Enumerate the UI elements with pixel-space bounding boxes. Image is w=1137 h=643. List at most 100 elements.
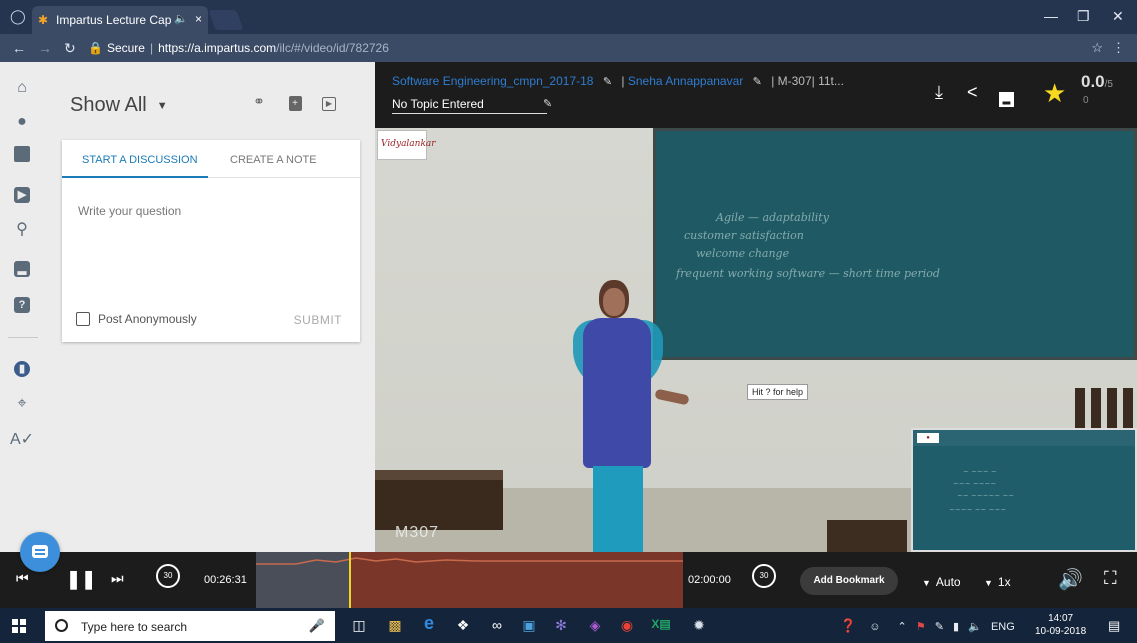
notifications-icon[interactable]: ▤ [1108,618,1120,634]
filter-dropdown[interactable]: Show All ▼ [70,94,168,117]
dropbox-icon[interactable]: ❖ [452,617,474,634]
user-icon[interactable]: ● [10,110,34,134]
excel-icon[interactable]: X▤ [650,617,672,631]
microphone-icon[interactable]: 🎤 [309,618,325,634]
people-icon[interactable]: ☺ [869,621,880,633]
picture-in-picture[interactable]: ● ~ ~~~ ~ ~~~ ~~~~ ~~ ~~~~~ ~~ ~~~~ ~~ ~… [911,428,1137,552]
notes-icon[interactable]: ▮ [10,356,34,380]
help-tooltip: Hit ? for help [747,384,809,400]
pen-icon[interactable]: ✎ [935,621,944,633]
forward-30-icon[interactable]: 30 [752,564,776,588]
filter-label: Show All [70,94,147,116]
browser-menu-icon[interactable]: ⋮ [1112,40,1125,56]
incognito-icon: ◯ [10,8,26,24]
secure-label: Secure [106,41,145,55]
rating-star-icon[interactable]: ★ [1043,78,1066,109]
tab-close-button[interactable]: × [195,12,202,26]
app-icon[interactable]: ✹ [688,617,710,634]
caret-down-icon: ▼ [984,578,993,588]
speed-select[interactable]: ▼ 1x [984,575,1011,589]
rail-divider [8,337,38,338]
stats-icon[interactable]: ▂ [999,86,1014,107]
edit-pencil-icon[interactable]: ✎ [603,76,612,88]
forward-arrow-icon[interactable]: → [38,40,52,56]
link-icon[interactable]: ⚭ [248,90,270,112]
chrome-icon[interactable]: ◉ [616,617,638,634]
rewind-30-icon[interactable]: 30 [156,564,180,588]
instructor-link[interactable]: Sneha Annappanavar [628,74,743,88]
minimize-button[interactable]: — [1044,8,1058,24]
task-view-icon[interactable]: ◫ [348,617,370,634]
back-arrow-icon[interactable]: ← [12,40,26,56]
rating-count: 0 [1083,95,1089,106]
battery-icon[interactable]: ▮ [953,621,959,633]
fullscreen-icon[interactable]: ⛶ [1104,568,1117,589]
desk [827,520,907,552]
window-close-button[interactable]: ✕ [1112,8,1124,25]
add-bookmark-button[interactable]: Add Bookmark [800,567,898,595]
windows-start-icon[interactable] [12,619,26,633]
tab-create-note[interactable]: CREATE A NOTE [230,154,317,166]
speaker-muted-icon[interactable]: 🔈 [968,621,982,633]
skip-to-start-icon[interactable]: ⏮ [16,570,29,587]
topic-field[interactable]: No Topic Entered [392,97,547,114]
clock[interactable]: 14:07 10-09-2018 [1035,612,1086,638]
bookmark-star-icon[interactable]: ☆ [1091,40,1103,56]
restore-button[interactable]: ❐ [1077,8,1090,25]
course-link[interactable]: Software Engineering_cmpn_2017-18 [392,74,593,88]
anonymous-checkbox[interactable] [76,312,90,326]
new-tab-button[interactable] [208,10,244,30]
spellcheck-icon[interactable]: A✓ [10,428,34,452]
taskbar-search-field[interactable]: Type here to search 🎤 [45,611,335,641]
app-icon[interactable]: ✻ [550,617,572,634]
file-explorer-icon[interactable]: ▩ [384,617,406,634]
quality-select[interactable]: ▼ Auto [922,575,961,589]
crop-icon[interactable]: ⌖ [10,392,34,416]
analytics-icon[interactable]: ▂ [10,256,34,280]
share-icon[interactable]: < [967,82,978,103]
add-document-icon[interactable]: + [284,90,306,112]
language-indicator[interactable]: ENG [991,621,1015,633]
volume-icon[interactable]: 🔊 [1058,567,1083,592]
question-input[interactable]: Write your question [78,204,181,218]
reload-icon[interactable]: ↻ [64,40,76,57]
address-bar: ← → ↻ 🔒 Secure | https://a.impartus.com/ilc… [0,34,1137,62]
browser-tab-strip: ◯ ✱ Impartus Lecture Cap 🔈 × — ❐ ✕ [0,0,1137,34]
url-host: https://a.impartus.com [158,41,277,55]
url-field[interactable]: 🔒 Secure | https://a.impartus.com/ilc/#/vid… [88,37,1088,59]
caret-down-icon: ▼ [156,99,168,112]
edit-pencil-icon[interactable]: ✎ [543,97,552,110]
arduino-icon[interactable]: ∞ [486,617,508,633]
edit-pencil-icon[interactable]: ✎ [753,76,762,88]
home-icon[interactable]: ⌂ [10,76,34,100]
pause-icon[interactable]: ❚❚ [66,569,96,590]
video-player[interactable]: Agile — adaptability customer satisfacti… [375,128,1137,552]
discussion-card: START A DISCUSSION CREATE A NOTE Write y… [62,140,360,342]
search-icon[interactable]: ⚲ [10,218,34,242]
tab-start-discussion[interactable]: START A DISCUSSION [82,154,198,166]
next-icon[interactable]: ⏭ [111,570,124,587]
flag-icon[interactable]: ⚑ [916,621,926,633]
browser-tab[interactable]: ✱ Impartus Lecture Cap 🔈 × [32,6,208,34]
discussion-panel: Show All ▼ ⚭ + ▶ START A DISCUSSION CREAT… [46,62,375,552]
chat-bubble-button[interactable] [20,532,60,572]
playhead[interactable] [349,552,351,608]
impartus-favicon: ✱ [38,13,49,27]
help-icon[interactable]: ? [10,292,34,316]
folder-icon[interactable] [10,146,34,170]
download-icon[interactable]: ⤓ [935,82,943,103]
clock-date: 10-09-2018 [1035,626,1087,637]
audio-waveform [256,557,683,565]
submit-button[interactable]: SUBMIT [294,313,342,327]
video-library-icon[interactable]: ▶ [10,182,34,206]
room-label: M307 [395,524,440,541]
help-icon[interactable]: ❓ [840,618,856,633]
chevron-up-icon[interactable]: ⌃ [898,621,907,633]
app-icon[interactable]: ◈ [584,617,606,634]
chat-icon [32,545,48,558]
app-icon[interactable]: ▣ [518,617,540,634]
video-title: Software Engineering_cmpn_2017-18 ✎ | Sn… [392,74,844,88]
play-box-icon[interactable]: ▶ [318,90,340,112]
rating-value: 0.0/5 [1081,72,1113,91]
edge-icon[interactable]: e [418,613,440,634]
